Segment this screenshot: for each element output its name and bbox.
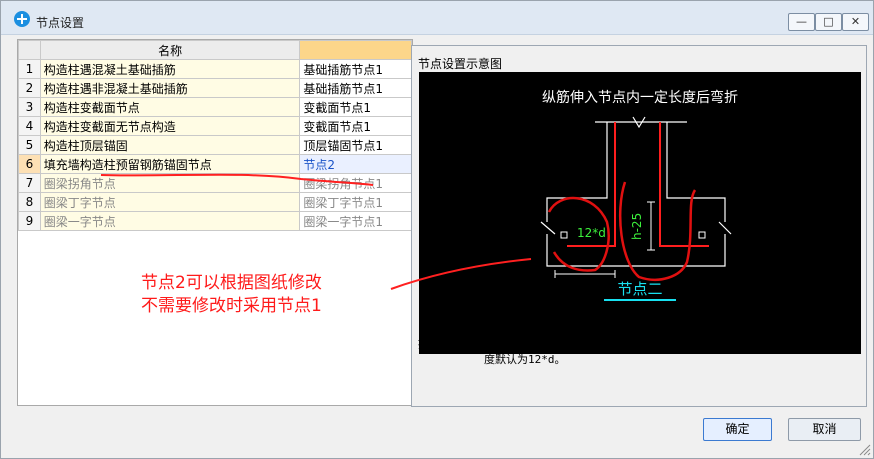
table-row[interactable]: 8 圈梁丁字节点 圈梁丁字节点1 xyxy=(18,192,412,212)
section-mark-left xyxy=(560,231,568,239)
column-outline xyxy=(546,122,726,267)
row-name[interactable]: 构造柱遇混凝土基础插筋 xyxy=(39,59,301,79)
dim-label-bend: 12*d xyxy=(577,226,606,240)
window-title: 节点设置 xyxy=(36,16,85,30)
table-row[interactable]: 3 构造柱变截面节点 变截面节点1 xyxy=(18,97,412,117)
table-row[interactable]: 9 圈梁一字节点 圈梁一字节点1 xyxy=(18,211,412,231)
column-header-value[interactable] xyxy=(299,40,412,60)
annotation-line-1: 节点2可以根据图纸修改 xyxy=(141,273,322,293)
row-name[interactable]: 圈梁一字节点 xyxy=(39,211,301,231)
table-header: 名称 xyxy=(18,40,412,60)
column-header-index[interactable] xyxy=(18,40,41,60)
row-number: 2 xyxy=(18,78,41,98)
row-value[interactable]: 圈梁拐角节点1 xyxy=(299,173,412,193)
row-value[interactable]: 顶层锚固节点1 xyxy=(299,135,412,155)
close-icon: ✕ xyxy=(850,15,861,28)
row-name[interactable]: 构造柱变截面无节点构造 xyxy=(39,116,301,136)
row-name[interactable]: 圈梁拐角节点 xyxy=(39,173,301,193)
row-number: 7 xyxy=(18,173,41,193)
table-row-selected[interactable]: 6 填充墙构造柱预留钢筋锚固节点 节点2 xyxy=(18,154,412,174)
row-value[interactable]: 圈梁一字节点1 xyxy=(299,211,412,231)
row-number: 4 xyxy=(18,116,41,136)
row-name[interactable]: 构造柱变截面节点 xyxy=(39,97,301,117)
maximize-icon: □ xyxy=(823,15,834,28)
title-bar: 节点设置 — □ ✕ xyxy=(1,1,873,35)
minimize-button[interactable]: — xyxy=(788,13,815,31)
annotation-line-2: 不需要修改时采用节点1 xyxy=(141,296,322,316)
preview-title: 节点设置示意图 xyxy=(418,57,503,71)
cancel-button[interactable]: 取消 xyxy=(788,418,861,441)
dim-label-length: h-25 xyxy=(630,213,644,240)
close-button[interactable]: ✕ xyxy=(842,13,869,31)
ok-button[interactable]: 确定 xyxy=(703,418,772,441)
row-number: 3 xyxy=(18,97,41,117)
resize-grip-icon[interactable] xyxy=(857,442,871,456)
row-value[interactable]: 基础插筋节点1 xyxy=(299,59,412,79)
app-icon xyxy=(14,11,30,27)
red-annotation: 节点2可以根据图纸修改 不需要修改时采用节点1 xyxy=(141,272,322,318)
row-value[interactable]: 基础插筋节点1 xyxy=(299,78,412,98)
row-name[interactable]: 填充墙构造柱预留钢筋锚固节点 xyxy=(39,154,301,174)
row-number: 1 xyxy=(18,59,41,79)
node-settings-table: 名称 1 构造柱遇混凝土基础插筋 基础插筋节点1 2 构造柱遇非混凝土基础插筋 … xyxy=(18,40,412,231)
table-row[interactable]: 7 圈梁拐角节点 圈梁拐角节点1 xyxy=(18,173,412,193)
node-label: 节点二 xyxy=(617,280,662,298)
hint-text: 传统算法：钢筋伸入节点内一定长度后弯折，伸入长度默认为h-25，弯折长度默认为1… xyxy=(484,337,852,366)
row-value[interactable]: 变截面节点1 xyxy=(299,116,412,136)
preview-panel: 节点设置示意图 纵筋伸入节点内一定长度后弯折 12*d h-25 节点二 提示信… xyxy=(411,45,867,407)
row-value[interactable]: 圈梁丁字节点1 xyxy=(299,192,412,212)
row-value-selected[interactable]: 节点2 xyxy=(299,154,412,174)
row-number: 9 xyxy=(18,211,41,231)
section-mark-right xyxy=(698,231,706,239)
table-row[interactable]: 4 构造柱变截面无节点构造 变截面节点1 xyxy=(18,116,412,136)
table-row[interactable]: 1 构造柱遇混凝土基础插筋 基础插筋节点1 xyxy=(18,59,412,79)
hint-label: 提示信息： xyxy=(418,337,479,351)
row-name[interactable]: 构造柱顶层锚固 xyxy=(39,135,301,155)
row-name[interactable]: 圈梁丁字节点 xyxy=(39,192,301,212)
row-value[interactable]: 变截面节点1 xyxy=(299,97,412,117)
diagram-caption: 纵筋伸入节点内一定长度后弯折 xyxy=(542,89,738,106)
row-number: 6 xyxy=(18,154,41,174)
maximize-button[interactable]: □ xyxy=(815,13,842,31)
table-row[interactable]: 5 构造柱顶层锚固 顶层锚固节点1 xyxy=(18,135,412,155)
row-number: 8 xyxy=(18,192,41,212)
node-diagram-svg: 纵筋伸入节点内一定长度后弯折 12*d h-25 节点二 xyxy=(540,89,738,301)
table-row[interactable]: 2 构造柱遇非混凝土基础插筋 基础插筋节点1 xyxy=(18,78,412,98)
row-number: 5 xyxy=(18,135,41,155)
column-header-name[interactable]: 名称 xyxy=(39,40,301,60)
dialog-window: 节点设置 — □ ✕ 名称 1 构造柱遇混凝土基础插筋 基础插筋节点1 2 构造… xyxy=(0,0,874,459)
node-diagram: 纵筋伸入节点内一定长度后弯折 12*d h-25 节点二 xyxy=(419,72,861,354)
row-name[interactable]: 构造柱遇非混凝土基础插筋 xyxy=(39,78,301,98)
minimize-icon: — xyxy=(796,15,807,28)
node-settings-grid: 名称 1 构造柱遇混凝土基础插筋 基础插筋节点1 2 构造柱遇非混凝土基础插筋 … xyxy=(17,39,413,406)
dim-line-length xyxy=(647,201,655,251)
